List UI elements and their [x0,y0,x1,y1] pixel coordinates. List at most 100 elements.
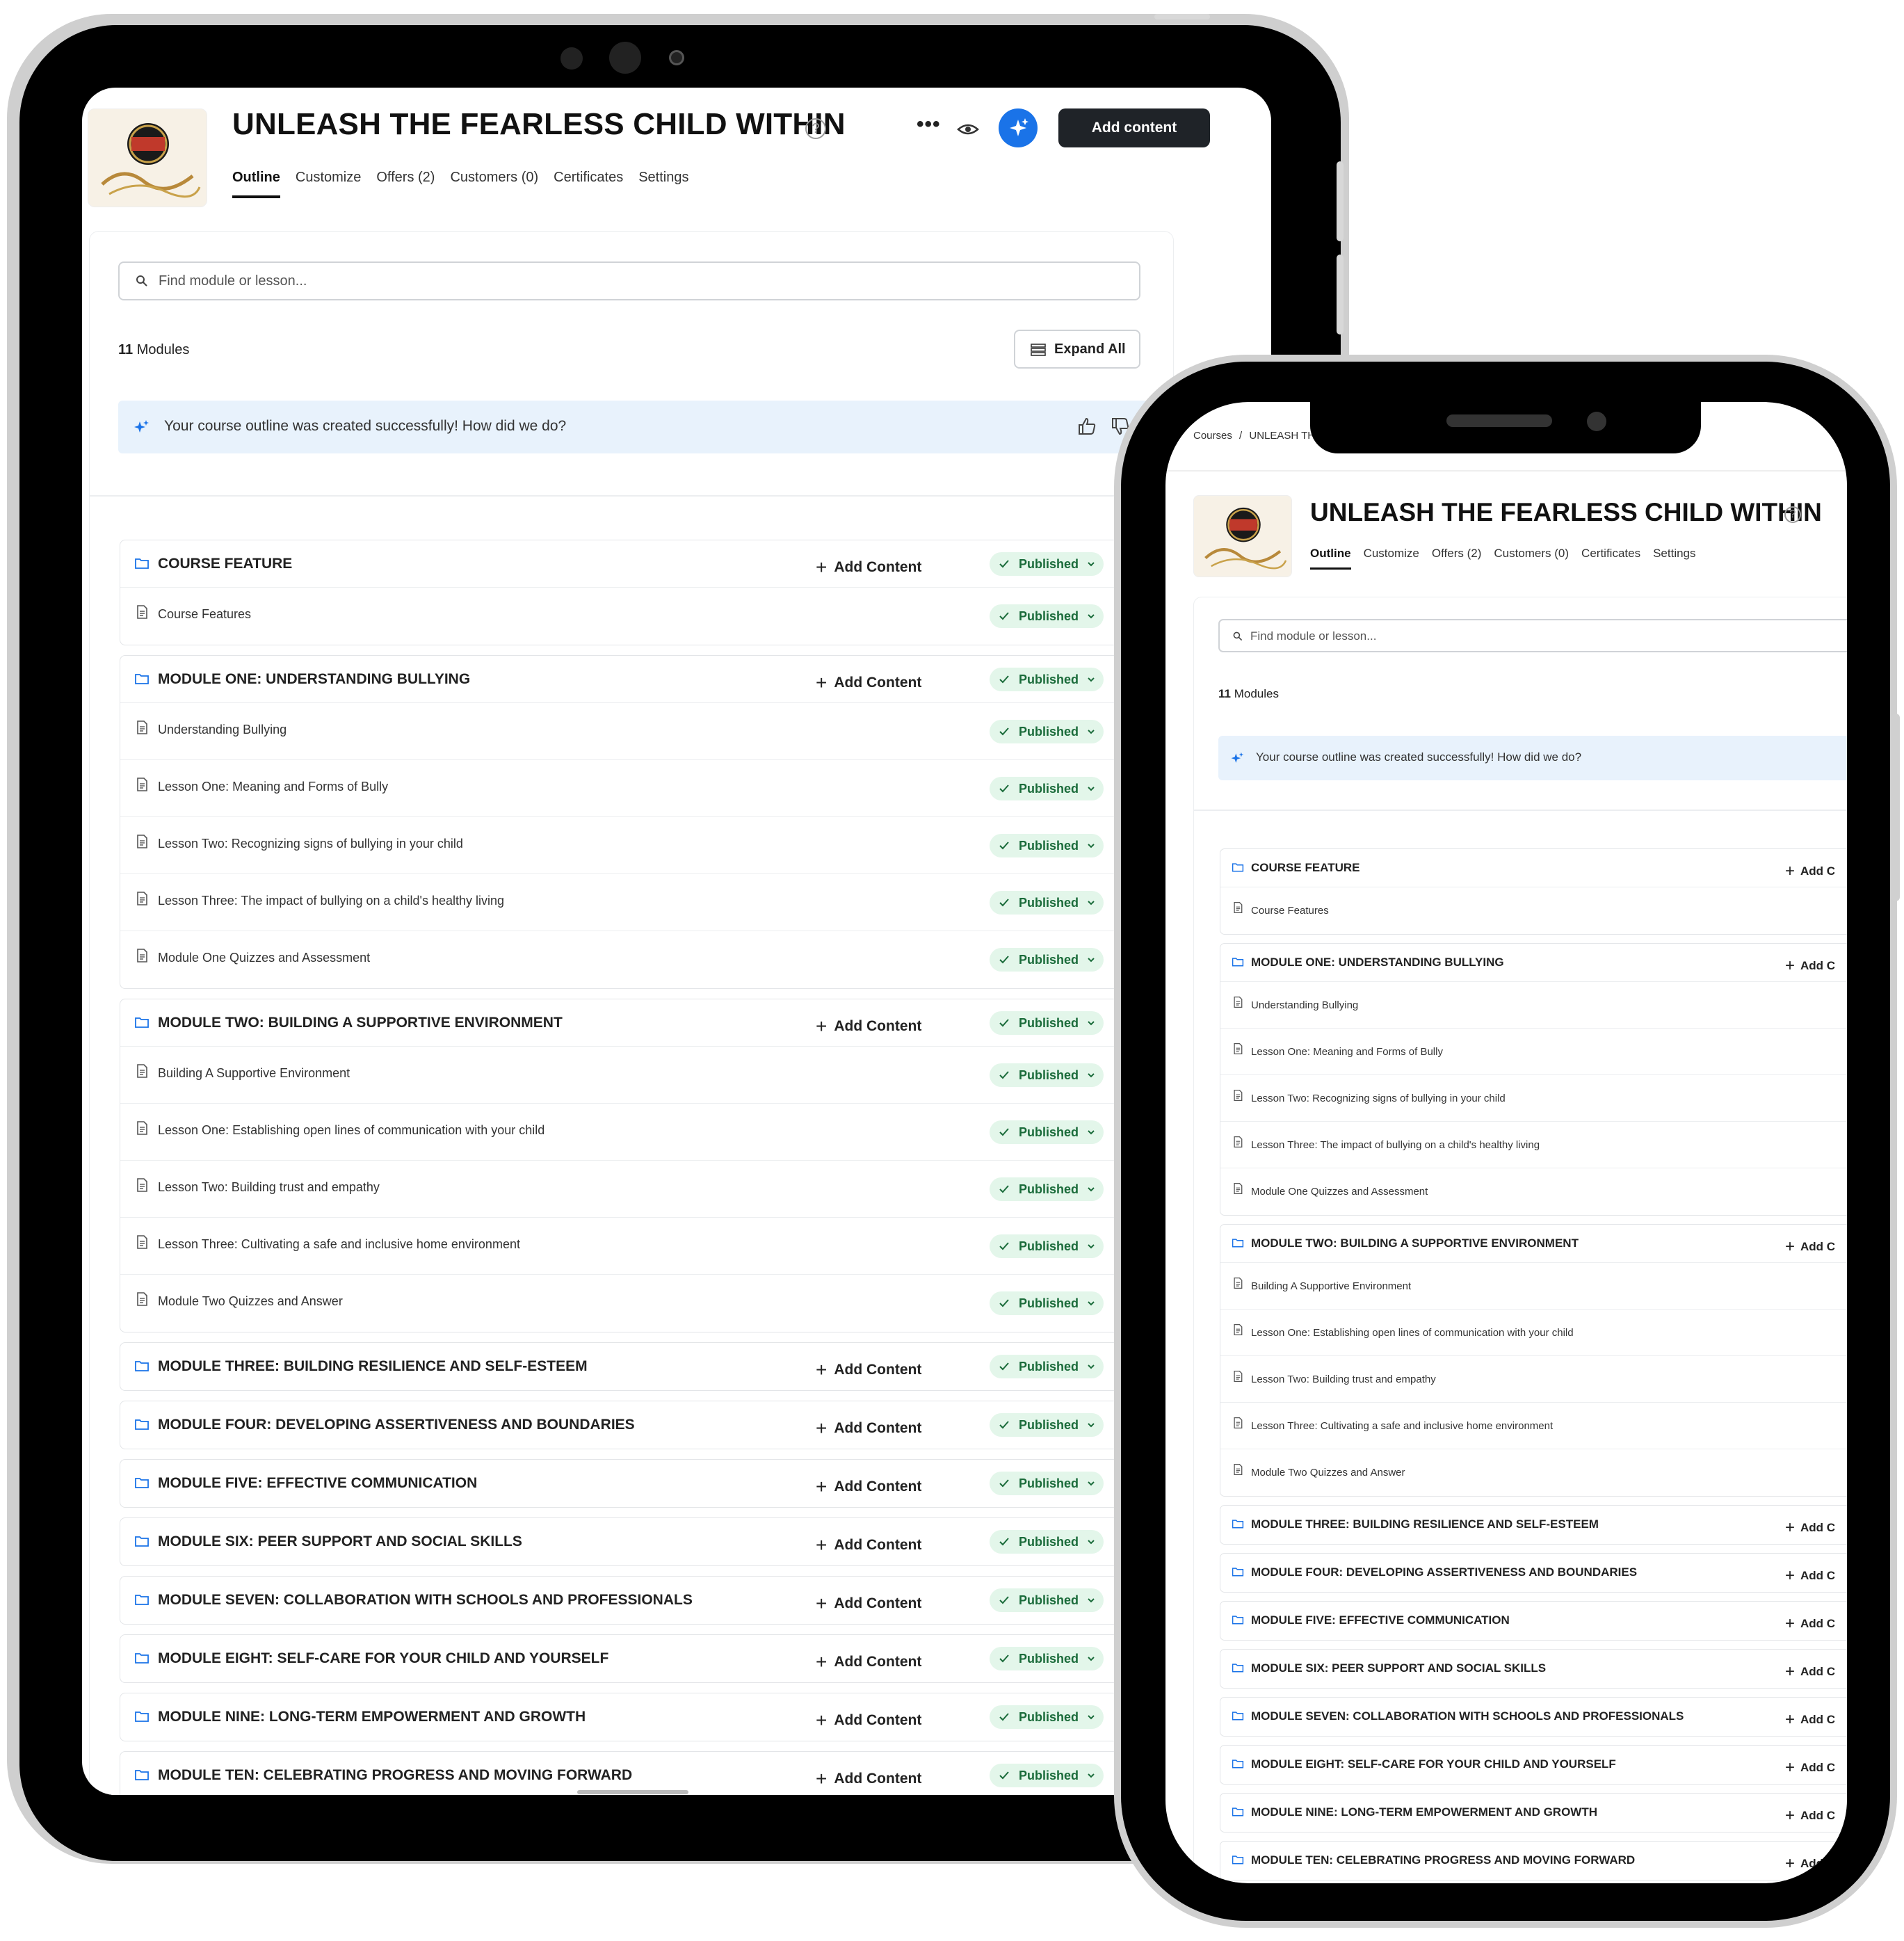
lesson-row[interactable]: Lesson Three: The impact of bullying on … [1220,1122,1847,1168]
module-row[interactable]: MODULE ONE: UNDERSTANDING BULLYING + Add … [1220,944,1847,982]
status-dropdown[interactable]: Published [990,1588,1104,1612]
tab-customers[interactable]: Customers (0) [1494,547,1569,570]
status-dropdown[interactable]: Published [990,1291,1104,1315]
lesson-row[interactable]: Building A Supportive Environment Publis… [120,1047,1197,1104]
thumbs-up-icon[interactable] [1076,416,1097,437]
add-content-link[interactable]: + Add Content [816,1707,921,1731]
tab-customize[interactable]: Customize [1364,547,1419,570]
add-content-link[interactable]: + Add Content [816,1766,921,1789]
add-content-link[interactable]: + Add C [1785,1236,1835,1256]
module-row[interactable]: MODULE TEN: CELEBRATING PROGRESS AND MOV… [1220,1842,1847,1880]
tab-offers[interactable]: Offers (2) [1432,547,1481,570]
tab-certificates[interactable]: Certificates [1581,547,1640,570]
ai-assistant-button[interactable] [999,108,1038,147]
module-row[interactable]: MODULE FOUR: DEVELOPING ASSERTIVENESS AN… [1220,1554,1847,1592]
status-dropdown[interactable]: Published [990,891,1104,915]
lesson-row[interactable]: Lesson Two: Building trust and empathy P… [120,1161,1197,1218]
lesson-row[interactable]: Lesson Two: Recognizing signs of bullyin… [1220,1075,1847,1122]
module-row[interactable]: MODULE FOUR: DEVELOPING ASSERTIVENESS AN… [120,1401,1197,1449]
module-row[interactable]: COURSE FEATURE + Add Content Published [120,540,1197,588]
add-content-link[interactable]: + Add C [1785,860,1835,880]
module-row[interactable]: MODULE TWO: BUILDING A SUPPORTIVE ENVIRO… [120,999,1197,1047]
tab-outline[interactable]: Outline [232,170,280,198]
module-row[interactable]: COURSE FEATURE + Add C [1220,849,1847,887]
status-dropdown[interactable]: Published [990,1472,1104,1495]
tab-settings[interactable]: Settings [638,170,688,198]
lesson-row[interactable]: Lesson One: Establishing open lines of c… [120,1104,1197,1161]
status-dropdown[interactable]: Published [990,1413,1104,1437]
status-dropdown[interactable]: Published [990,1705,1104,1729]
add-content-link[interactable]: + Add C [1785,1805,1835,1825]
status-dropdown[interactable]: Published [990,1063,1104,1087]
lesson-row[interactable]: Lesson Three: Cultivating a safe and inc… [120,1218,1197,1275]
lesson-row[interactable]: Lesson One: Meaning and Forms of Bully P… [120,760,1197,817]
lesson-row[interactable]: Understanding Bullying [1220,982,1847,1029]
add-content-link[interactable]: + Add C [1785,1709,1835,1729]
status-dropdown[interactable]: Published [990,1177,1104,1201]
module-row[interactable]: MODULE NINE: LONG-TERM EMPOWERMENT AND G… [120,1693,1197,1741]
tab-settings[interactable]: Settings [1653,547,1695,570]
lesson-row[interactable]: Lesson Three: Cultivating a safe and inc… [1220,1403,1847,1449]
tab-offers[interactable]: Offers (2) [376,170,435,198]
add-content-link[interactable]: + Add Content [816,1474,921,1497]
lesson-row[interactable]: Lesson Two: Building trust and empathy [1220,1356,1847,1403]
add-content-link[interactable]: + Add Content [816,554,921,578]
add-content-link[interactable]: + Add Content [816,1590,921,1614]
add-content-button[interactable]: Add content [1058,108,1210,147]
tab-outline[interactable]: Outline [1310,547,1351,570]
status-dropdown[interactable]: Published [990,1764,1104,1787]
add-content-link[interactable]: + Add Content [816,670,921,693]
lesson-row[interactable]: Module Two Quizzes and Answer [1220,1449,1847,1496]
status-dropdown[interactable]: Published [990,668,1104,691]
module-row[interactable]: MODULE EIGHT: SELF-CARE FOR YOUR CHILD A… [120,1635,1197,1682]
status-dropdown[interactable]: Published [990,1647,1104,1670]
add-content-link[interactable]: + Add C [1785,1757,1835,1777]
status-dropdown[interactable]: Published [990,948,1104,972]
lesson-row[interactable]: Building A Supportive Environment [1220,1263,1847,1310]
module-row[interactable]: MODULE FIVE: EFFECTIVE COMMUNICATION + Ad… [1220,1602,1847,1640]
status-dropdown[interactable]: Published [990,720,1104,743]
search-input[interactable]: Find module or lesson... [118,261,1140,300]
add-content-link[interactable]: + Add Content [816,1357,921,1380]
status-dropdown[interactable]: Published [990,552,1104,576]
add-content-link[interactable]: + Add Content [816,1532,921,1556]
add-content-link[interactable]: + Add Content [816,1013,921,1037]
search-input[interactable]: Find module or lesson... [1218,619,1847,652]
status-dropdown[interactable]: Published [990,777,1104,800]
module-row[interactable]: MODULE TEN: CELEBRATING PROGRESS AND MOV… [120,1752,1197,1795]
module-row[interactable]: MODULE NINE: LONG-TERM EMPOWERMENT AND G… [1220,1794,1847,1832]
status-dropdown[interactable]: Published [990,1355,1104,1378]
lesson-row[interactable]: Module Two Quizzes and Answer Published [120,1275,1197,1332]
add-content-link[interactable]: + Add C [1785,1661,1835,1681]
more-options-icon[interactable]: ••• [917,113,941,136]
lesson-row[interactable]: Course Features [1220,887,1847,934]
module-row[interactable]: MODULE THREE: BUILDING RESILIENCE AND SE… [1220,1506,1847,1544]
module-row[interactable]: MODULE SIX: PEER SUPPORT AND SOCIAL SKIL… [120,1518,1197,1565]
module-row[interactable]: MODULE FIVE: EFFECTIVE COMMUNICATION + Ad… [120,1460,1197,1507]
module-row[interactable]: MODULE SEVEN: COLLABORATION WITH SCHOOLS… [120,1577,1197,1624]
module-row[interactable]: MODULE ONE: UNDERSTANDING BULLYING + Add … [120,656,1197,703]
breadcrumb-courses-link[interactable]: Courses [1193,430,1232,442]
add-content-link[interactable]: + Add C [1785,1517,1835,1537]
lesson-row[interactable]: Lesson Two: Recognizing signs of bullyin… [120,817,1197,874]
lesson-row[interactable]: Module One Quizzes and Assessment Publis… [120,931,1197,988]
lesson-row[interactable]: Lesson Three: The impact of bullying on … [120,874,1197,931]
status-dropdown[interactable]: Published [990,1234,1104,1258]
add-content-link[interactable]: + Add C [1785,1853,1835,1873]
module-row[interactable]: MODULE SEVEN: COLLABORATION WITH SCHOOLS… [1220,1698,1847,1736]
tab-customize[interactable]: Customize [296,170,361,198]
status-dropdown[interactable]: Published [990,604,1104,628]
module-row[interactable]: MODULE THREE: BUILDING RESILIENCE AND SE… [120,1343,1197,1390]
expand-all-button[interactable]: Expand All [1014,330,1140,369]
status-dropdown[interactable]: Published [990,1011,1104,1035]
module-row[interactable]: MODULE TWO: BUILDING A SUPPORTIVE ENVIRO… [1220,1225,1847,1263]
add-content-link[interactable]: + Add Content [816,1649,921,1673]
lesson-row[interactable]: Lesson One: Establishing open lines of c… [1220,1310,1847,1356]
module-row[interactable]: MODULE EIGHT: SELF-CARE FOR YOUR CHILD A… [1220,1746,1847,1784]
help-icon[interactable]: ? [805,118,826,139]
status-dropdown[interactable]: Published [990,1530,1104,1554]
lesson-row[interactable]: Understanding Bullying Published [120,703,1197,760]
status-dropdown[interactable]: Published [990,1120,1104,1144]
add-content-link[interactable]: + Add C [1785,1565,1835,1585]
tab-customers[interactable]: Customers (0) [450,170,538,198]
